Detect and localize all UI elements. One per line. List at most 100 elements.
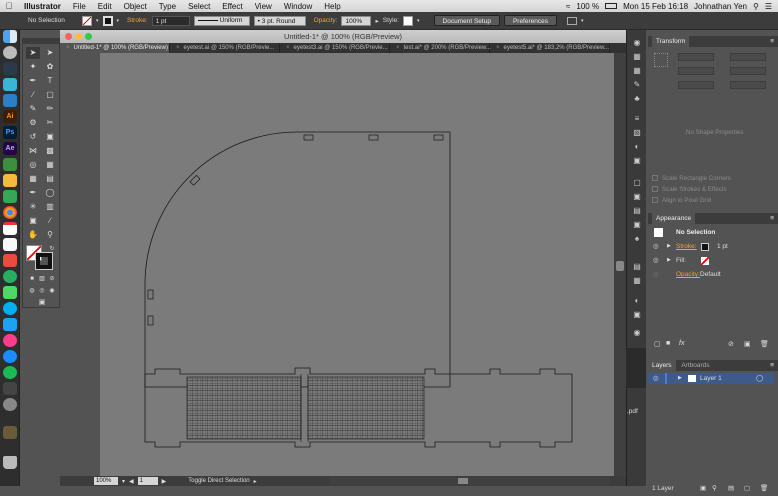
- graphic-styles-icon[interactable]: ▣: [632, 156, 642, 165]
- battery-icon[interactable]: [605, 3, 618, 9]
- disclosure-triangle-icon[interactable]: ▶: [678, 373, 682, 384]
- character-panel-icon[interactable]: ♠: [632, 234, 642, 243]
- screen-mode-icon[interactable]: ▣: [35, 297, 49, 309]
- none-mode-icon[interactable]: ⊘: [45, 273, 59, 285]
- trash-icon[interactable]: [3, 456, 17, 469]
- menu-edit[interactable]: Edit: [92, 2, 118, 11]
- close-icon[interactable]: ×: [66, 45, 70, 51]
- swap-colors-icon[interactable]: ↻: [45, 243, 59, 255]
- menu-help[interactable]: Help: [318, 2, 346, 11]
- reference-point-icon[interactable]: [654, 53, 668, 67]
- close-window-button[interactable]: [65, 33, 72, 40]
- spotify-icon[interactable]: [3, 366, 17, 379]
- mission-control-icon[interactable]: [3, 62, 17, 75]
- app-icon[interactable]: [3, 190, 17, 203]
- x-field[interactable]: [678, 53, 714, 61]
- option-scale-rectangle-corners[interactable]: Scale Rectangle Corners: [652, 175, 731, 182]
- system-preferences-icon[interactable]: [3, 398, 17, 411]
- stroke-label[interactable]: Stroke:: [127, 17, 148, 24]
- gradient-tool-icon[interactable]: ▤: [43, 173, 57, 185]
- chrome-icon[interactable]: [3, 206, 17, 219]
- navigator-panel-icon[interactable]: ◐: [632, 296, 642, 305]
- rectangle-tool-icon[interactable]: ▢: [43, 89, 57, 101]
- photoshop-icon[interactable]: Ps: [3, 126, 17, 139]
- option-scale-strokes-effects[interactable]: Scale Strokes & Effects: [652, 186, 727, 193]
- pencil-tool-icon[interactable]: ✏: [43, 103, 57, 115]
- document-title-bar[interactable]: Untitled-1* @ 100% (RGB/Preview): [60, 30, 626, 43]
- layer-name[interactable]: Layer 1: [700, 373, 722, 384]
- menu-app-name[interactable]: Illustrator: [18, 2, 67, 11]
- transform-panel-header[interactable]: Transform ≡: [648, 36, 778, 47]
- checkbox[interactable]: [652, 186, 658, 193]
- battery-status[interactable]: 100 %: [576, 2, 599, 11]
- wifi-icon[interactable]: ≈: [566, 2, 570, 11]
- tab-layers[interactable]: Layers: [648, 360, 676, 371]
- tab-transform[interactable]: Transform: [652, 36, 690, 47]
- calendar-icon[interactable]: [3, 222, 17, 235]
- artboard-tool-icon[interactable]: ▣: [26, 215, 40, 227]
- tab-artboards[interactable]: Artboards: [677, 362, 713, 369]
- add-fill-icon[interactable]: ■: [666, 340, 670, 347]
- transparency-panel-icon[interactable]: ◐: [632, 142, 642, 151]
- duplicate-item-icon[interactable]: ▣: [744, 340, 751, 348]
- layer-row[interactable]: ◎ ▶ Layer 1 ◯: [648, 373, 774, 384]
- color-panel-icon[interactable]: ◉: [632, 38, 642, 47]
- swatches-panel-icon[interactable]: ▦: [632, 66, 642, 75]
- app-icon[interactable]: [3, 270, 17, 283]
- spotlight-icon[interactable]: ⚲: [753, 2, 759, 11]
- chevron-down-icon[interactable]: ▾: [122, 478, 125, 485]
- magic-wand-tool-icon[interactable]: ✦: [26, 61, 40, 73]
- brush-definition-select[interactable]: Uniform: [193, 15, 250, 26]
- app-icon[interactable]: [3, 254, 17, 267]
- eye-icon[interactable]: ◎: [653, 373, 659, 384]
- eyedropper-tool-icon[interactable]: ✒: [26, 187, 40, 199]
- chevron-down-icon[interactable]: ▾: [96, 18, 99, 24]
- option-align-pixel-grid[interactable]: Align to Pixel Grid: [652, 197, 711, 204]
- shape-builder-tool-icon[interactable]: ◎: [26, 159, 40, 171]
- height-field[interactable]: [730, 67, 766, 75]
- downloads-folder-icon[interactable]: [3, 426, 17, 439]
- panel-menu-icon[interactable]: ≡: [770, 360, 774, 371]
- apple-icon[interactable]: : [0, 1, 18, 11]
- checkbox[interactable]: [652, 197, 658, 204]
- draw-inside-icon[interactable]: ◉: [45, 285, 59, 297]
- finder-icon[interactable]: [3, 30, 17, 43]
- target-icon[interactable]: ◯: [756, 373, 763, 384]
- notification-icon[interactable]: ☰: [765, 2, 772, 11]
- pen-tool-icon[interactable]: ✒: [26, 75, 40, 87]
- new-sublayer-icon[interactable]: ▤: [728, 483, 734, 495]
- close-icon[interactable]: ×: [176, 45, 180, 51]
- disclosure-triangle-icon[interactable]: ▶: [667, 240, 671, 253]
- color-guide-icon[interactable]: ▦: [632, 52, 642, 61]
- document-setup-button[interactable]: Document Setup: [433, 15, 500, 26]
- menu-object[interactable]: Object: [118, 2, 153, 11]
- chevron-down-icon[interactable]: ▾: [117, 18, 120, 24]
- stroke-panel-icon[interactable]: ≡: [632, 114, 642, 123]
- chevron-right-icon[interactable]: ▸: [254, 478, 257, 485]
- make-clipping-mask-icon[interactable]: ▣: [700, 483, 706, 495]
- messages-icon[interactable]: [3, 286, 17, 299]
- locate-object-icon[interactable]: ⚲: [712, 483, 717, 495]
- app-icon[interactable]: [3, 94, 17, 107]
- trash-icon[interactable]: 🗑: [760, 340, 769, 348]
- tab-eyetest[interactable]: × eyetest.ai @ 150% (RGB/Previe...: [170, 43, 280, 53]
- artboard-canvas[interactable]: [100, 53, 622, 476]
- menu-window[interactable]: Window: [278, 2, 318, 11]
- rotate-tool-icon[interactable]: ↺: [26, 131, 40, 143]
- add-stroke-icon[interactable]: ▢: [654, 340, 661, 348]
- preferences-button[interactable]: Preferences: [503, 15, 557, 26]
- chevron-down-icon[interactable]: ▾: [581, 18, 584, 24]
- trash-icon[interactable]: 🗑: [760, 483, 768, 495]
- menu-effect[interactable]: Effect: [216, 2, 248, 11]
- notes-icon[interactable]: [3, 238, 17, 251]
- clear-appearance-icon[interactable]: ⊘: [728, 340, 734, 348]
- menu-file[interactable]: File: [67, 2, 92, 11]
- stroke-swatch[interactable]: [102, 15, 113, 26]
- layers-panel-icon[interactable]: ▤: [632, 262, 642, 271]
- width-tool-icon[interactable]: ⋈: [26, 145, 40, 157]
- app-icon[interactable]: [3, 382, 17, 395]
- perspective-grid-tool-icon[interactable]: ▦: [43, 159, 57, 171]
- info-panel-icon[interactable]: ▣: [632, 310, 642, 319]
- slice-tool-icon[interactable]: ∕: [43, 215, 57, 227]
- panel-menu-icon[interactable]: ≡: [770, 213, 774, 224]
